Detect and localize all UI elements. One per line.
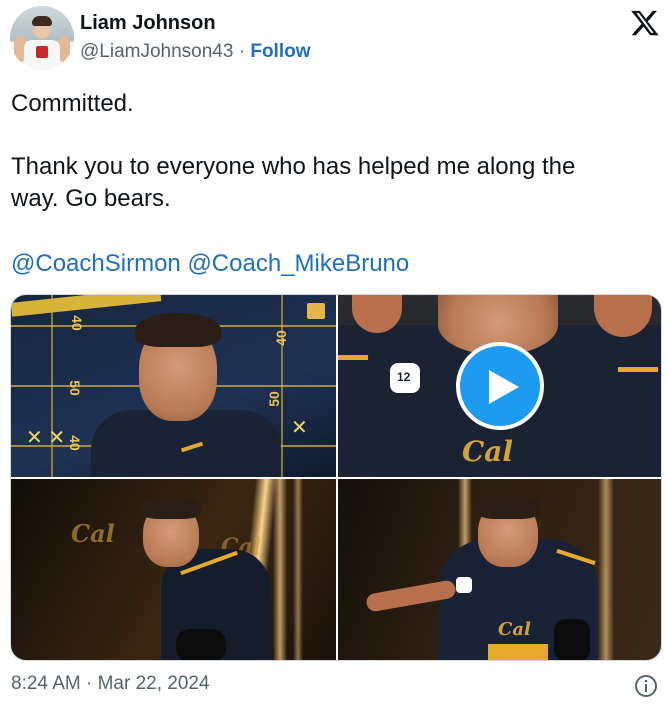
media-photo-3[interactable]: Cal Cal: [11, 479, 336, 660]
cal-wordmark: Cal: [498, 619, 531, 640]
media-video[interactable]: 12 Cal: [338, 295, 661, 477]
light-bar: [293, 479, 303, 660]
post-text-line-1: Committed.: [11, 90, 134, 117]
author-name[interactable]: Liam Johnson: [80, 12, 216, 35]
post-text-line-3: way. Go bears.: [11, 185, 171, 212]
avatar-hair: [32, 16, 52, 26]
player-hair: [476, 495, 540, 519]
player-hair: [135, 313, 221, 347]
graphic-banner: [11, 295, 162, 317]
avatar[interactable]: [10, 6, 74, 70]
player-hair: [141, 497, 201, 519]
play-icon: [489, 370, 519, 404]
field-number: 50: [265, 391, 282, 407]
light-bar: [273, 479, 287, 660]
jersey-number: [488, 644, 548, 660]
jersey-stripe: [618, 367, 658, 372]
arm-sleeve: [176, 629, 226, 660]
cal-wordmark: Cal: [71, 519, 115, 548]
light-bar: [598, 479, 614, 660]
post-timestamp[interactable]: 8:24 AM · Mar 22, 2024: [11, 673, 210, 695]
media-photo-4[interactable]: Cal: [338, 479, 661, 660]
tweet-header: Liam Johnson @LiamJohnson43 · Follow: [0, 0, 668, 80]
field-line: [281, 295, 283, 477]
pac12-badge: 12: [390, 363, 420, 393]
author-handle[interactable]: @LiamJohnson43: [80, 41, 233, 62]
jersey-stripe: [338, 355, 368, 360]
post-mentions: @CoachSirmon @Coach_MikeBruno: [11, 248, 409, 280]
play-diagram-x: ✕ ✕: [26, 427, 66, 449]
field-number: 40: [68, 315, 85, 331]
x-logo-icon[interactable]: [630, 8, 660, 38]
follow-button[interactable]: Follow: [250, 41, 310, 62]
play-diagram-x: ✕: [291, 417, 308, 439]
author-handle-row: @LiamJohnson43 · Follow: [80, 41, 311, 63]
field-number: 50: [66, 380, 83, 396]
cal-wordmark: Cal: [462, 435, 514, 468]
mention-coach-mike-bruno[interactable]: @Coach_MikeBruno: [187, 250, 409, 277]
mention-coach-sirmon[interactable]: @CoachSirmon: [11, 250, 181, 277]
pac12-badge: [456, 577, 472, 593]
cal-logo-badge: [307, 303, 325, 319]
post-text-line-2: Thank you to everyone who has helped me …: [11, 153, 576, 180]
play-button[interactable]: [456, 342, 544, 430]
field-number: 40: [272, 330, 289, 346]
info-icon[interactable]: [634, 674, 658, 698]
media-grid: 40 50 40 40 50 ✕ ✕ ✕ 12 Cal Cal Cal Cal: [10, 294, 662, 661]
media-photo-1[interactable]: 40 50 40 40 50 ✕ ✕ ✕: [11, 295, 336, 477]
field-number: 40: [66, 435, 83, 451]
handle-separator: ·: [238, 41, 246, 62]
arm-sleeve: [554, 619, 590, 660]
avatar-shirt-logo: [36, 46, 48, 58]
